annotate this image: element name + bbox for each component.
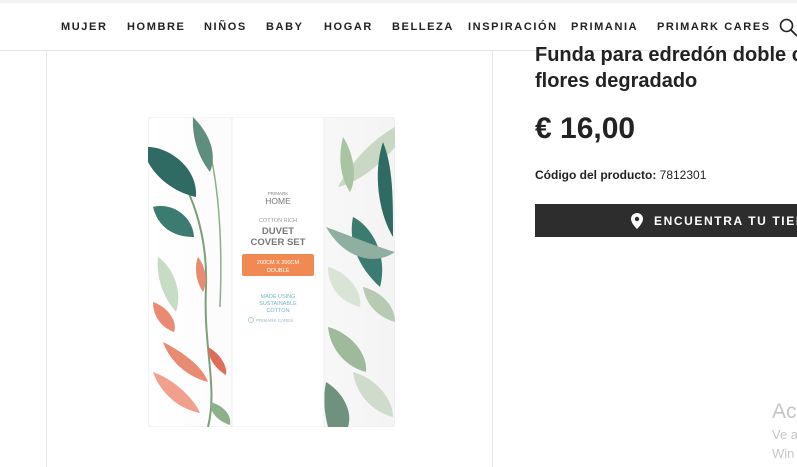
pack-size-line1: 200CM X 200CM: [257, 260, 300, 266]
nav-item-hombre[interactable]: HOMBRE: [127, 21, 186, 33]
find-store-button[interactable]: ENCUENTRA TU TIENDA: [535, 204, 797, 237]
pack-brand-home: HOME: [265, 196, 291, 206]
pack-line2: DUVET: [262, 226, 294, 237]
activation-watermark-line2: Ve a: [772, 427, 797, 442]
find-store-label: ENCUENTRA TU TIENDA: [654, 214, 797, 228]
search-icon[interactable]: [778, 17, 797, 39]
product-title: Funda para edredón doble co flores degra…: [535, 42, 797, 94]
pack-made-line1: MADE USING: [261, 294, 296, 300]
product-title-line2: flores degradado: [535, 70, 698, 92]
pack-size-line2: DOUBLE: [267, 268, 290, 274]
product-code-label: Código del producto:: [535, 168, 657, 182]
pack-cares: PRIMARK CARES: [256, 318, 293, 323]
product-title-line1: Funda para edredón doble co: [535, 44, 797, 66]
product-code-value: 7812301: [659, 168, 707, 182]
nav-item-mujer[interactable]: MUJER: [61, 21, 108, 33]
product-code: Código del producto: 7812301: [535, 168, 706, 182]
nav-item-primania[interactable]: PRIMANIA: [571, 21, 638, 33]
panel-divider: [492, 51, 493, 467]
nav-item-ninos[interactable]: NIÑOS: [204, 21, 247, 33]
duvet-pack-illustration: PRIMARK HOME COTTON RICH DUVET COVER SET…: [147, 116, 396, 428]
pack-made-line2: SUSTAINABLE: [259, 301, 297, 307]
nav-item-primark-cares[interactable]: PRIMARK CARES: [657, 21, 771, 33]
pack-made-line3: COTTON: [266, 308, 289, 314]
location-pin-icon: [631, 213, 643, 229]
pack-line3: COVER SET: [251, 237, 306, 248]
activation-watermark-line1: Act: [772, 400, 797, 423]
nav-item-belleza[interactable]: BELLEZA: [392, 21, 454, 33]
product-price: € 16,00: [535, 112, 636, 145]
nav-item-inspiracion[interactable]: INSPIRACIÓN: [468, 21, 558, 33]
pack-line1: COTTON RICH: [259, 218, 297, 224]
nav-item-baby[interactable]: BABY: [266, 21, 304, 33]
product-image[interactable]: PRIMARK HOME COTTON RICH DUVET COVER SET…: [147, 116, 396, 428]
activation-watermark-line3: Win: [772, 446, 795, 461]
nav-item-hogar[interactable]: HOGAR: [324, 21, 373, 33]
